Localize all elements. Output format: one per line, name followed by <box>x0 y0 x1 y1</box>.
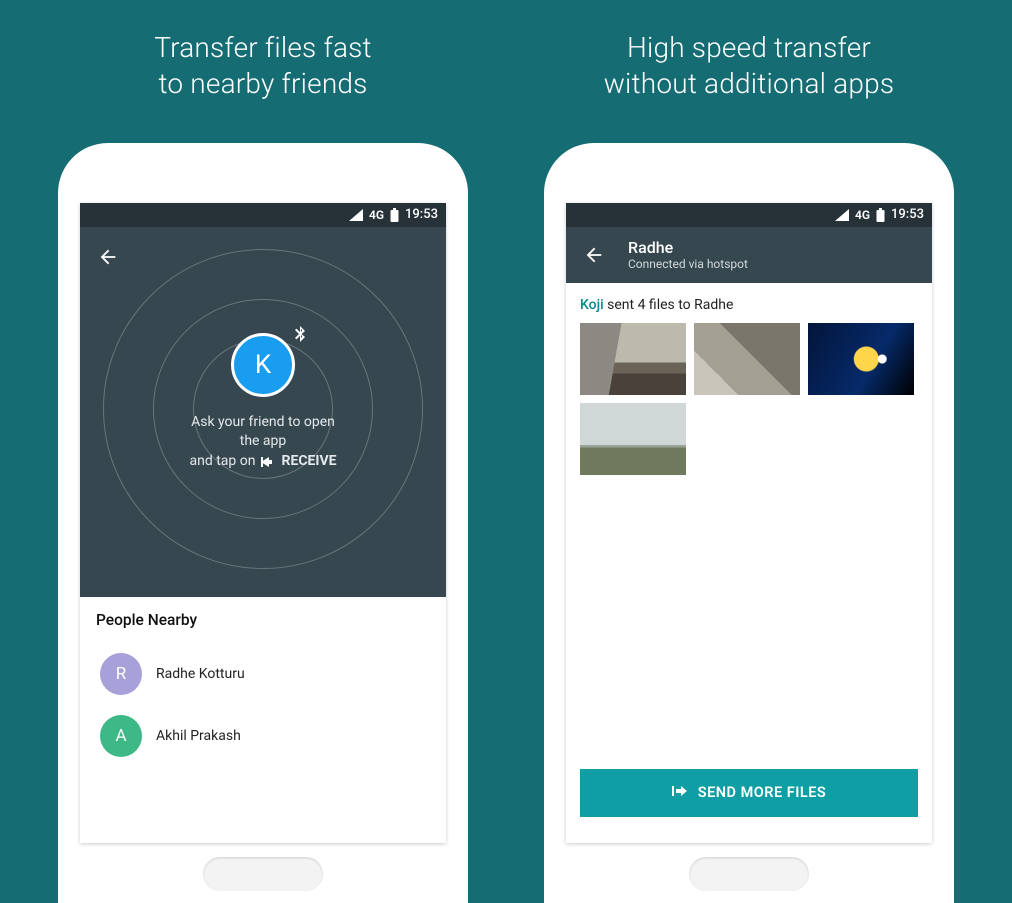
clock-label: 19:53 <box>405 207 438 222</box>
back-button[interactable] <box>578 239 610 271</box>
people-nearby-section: People Nearby R Radhe Kotturu A Akhil Pr… <box>80 597 446 843</box>
self-avatar: K <box>231 333 295 397</box>
battery-icon <box>876 208 885 222</box>
avatar-letter: A <box>115 726 126 746</box>
phone-frame-right: 4G 19:53 Radhe Connected via hotspot <box>544 143 954 903</box>
status-bar: 4G 19:53 <box>566 203 932 227</box>
person-avatar: R <box>100 653 142 695</box>
status-bar: 4G 19:53 <box>80 203 446 227</box>
headline-line: without additional apps <box>604 67 895 100</box>
person-name: Radhe Kotturu <box>156 666 245 682</box>
hint-line: and tap on <box>190 452 256 472</box>
button-label: SEND MORE FILES <box>698 784 827 801</box>
file-thumbnails <box>580 323 918 475</box>
transfer-summary: Koji sent 4 files to Radhe <box>580 297 918 313</box>
send-icon <box>672 784 688 802</box>
transfer-summary-rest: sent 4 files to Radhe <box>604 297 734 313</box>
sender-name: Koji <box>580 297 604 313</box>
people-nearby-title: People Nearby <box>96 611 430 629</box>
file-thumbnail[interactable] <box>808 323 914 395</box>
bluetooth-icon <box>294 326 306 346</box>
file-thumbnail[interactable] <box>580 403 686 475</box>
network-label: 4G <box>855 208 870 222</box>
promo-headline-right: High speed transfer without additional a… <box>604 30 895 103</box>
send-more-files-button[interactable]: SEND MORE FILES <box>580 769 918 817</box>
screen-right: 4G 19:53 Radhe Connected via hotspot <box>566 203 932 843</box>
headline-line: to nearby friends <box>158 67 367 100</box>
person-avatar: A <box>100 715 142 757</box>
appbar-title: Radhe <box>628 239 748 257</box>
avatar-letter: K <box>255 350 271 380</box>
headline-line: High speed transfer <box>627 31 871 64</box>
hint-action: RECEIVE <box>281 452 336 472</box>
radar-panel: K Ask your friend to open the app and ta… <box>80 227 446 597</box>
radar-rings: K Ask your friend to open the app and ta… <box>103 249 423 569</box>
phone-frame-left: 4G 19:53 <box>58 143 468 903</box>
clock-label: 19:53 <box>891 207 924 222</box>
home-button[interactable] <box>203 857 323 891</box>
person-row[interactable]: R Radhe Kotturu <box>96 643 430 705</box>
instruction-text: Ask your friend to open the app and tap … <box>183 413 343 472</box>
network-label: 4G <box>369 208 384 222</box>
file-thumbnail[interactable] <box>580 323 686 395</box>
receive-icon <box>261 456 275 468</box>
screen-left: 4G 19:53 <box>80 203 446 843</box>
promo-headline-left: Transfer files fast to nearby friends <box>154 30 372 103</box>
app-bar: Radhe Connected via hotspot <box>566 227 932 283</box>
person-name: Akhil Prakash <box>156 728 241 744</box>
arrow-left-icon <box>583 244 605 266</box>
avatar-letter: R <box>116 664 126 684</box>
battery-icon <box>390 208 399 222</box>
hint-line: Ask your friend to open the app <box>183 413 343 452</box>
appbar-subtitle: Connected via hotspot <box>628 257 748 271</box>
signal-icon <box>349 209 363 221</box>
signal-icon <box>835 209 849 221</box>
file-thumbnail[interactable] <box>694 323 800 395</box>
home-button[interactable] <box>689 857 809 891</box>
person-row[interactable]: A Akhil Prakash <box>96 705 430 767</box>
transfer-content: Koji sent 4 files to Radhe SEND MORE FIL <box>566 283 932 843</box>
headline-line: Transfer files fast <box>154 31 372 64</box>
